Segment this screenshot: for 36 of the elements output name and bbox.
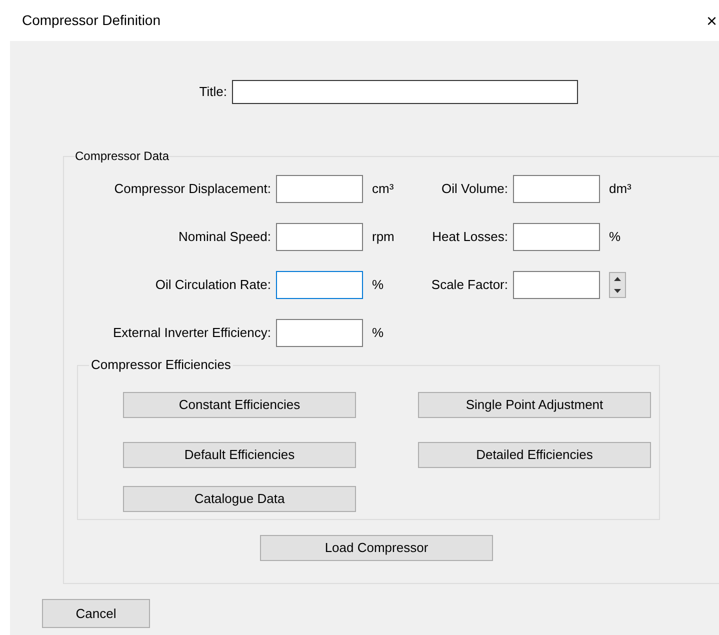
window-title: Compressor Definition <box>22 11 160 30</box>
spin-button[interactable] <box>609 272 626 298</box>
input-field[interactable] <box>513 271 600 299</box>
down-arrow-icon <box>614 289 621 293</box>
close-button[interactable]: × <box>706 12 717 30</box>
unit-label: dm³ <box>609 180 632 198</box>
efficiency-button[interactable]: Single Point Adjustment <box>418 392 651 418</box>
field-label: Heat Losses: <box>431 228 509 246</box>
input-field[interactable] <box>276 319 363 347</box>
efficiency-button[interactable]: Constant Efficiencies <box>123 392 356 418</box>
input-field[interactable] <box>276 175 363 203</box>
efficiency-button[interactable]: Catalogue Data <box>123 486 356 512</box>
input-field[interactable] <box>276 223 363 251</box>
group-title: Compressor Data <box>75 149 170 163</box>
field-label: Oil Circulation Rate: <box>154 276 272 294</box>
field-label: Compressor Displacement: <box>113 180 272 198</box>
unit-label: % <box>372 276 384 294</box>
field-label: Nominal Speed: <box>178 228 272 246</box>
load-compressor-button[interactable]: Load Compressor <box>260 535 493 561</box>
up-arrow-icon <box>614 277 621 281</box>
efficiency-button[interactable]: Default Efficiencies <box>123 442 356 468</box>
unit-label: cm³ <box>372 180 394 198</box>
title-label: Title: <box>198 83 228 102</box>
input-field[interactable] <box>276 271 363 299</box>
title-input[interactable] <box>232 80 578 104</box>
group-title: Compressor Efficiencies <box>89 357 233 373</box>
field-label: Oil Volume: <box>440 180 509 198</box>
unit-label: rpm <box>372 228 394 246</box>
input-field[interactable] <box>513 175 600 203</box>
field-label: Scale Factor: <box>430 276 509 294</box>
unit-label: % <box>372 324 384 342</box>
cancel-button[interactable]: Cancel <box>42 599 150 628</box>
field-label: External Inverter Efficiency: <box>112 324 272 342</box>
input-field[interactable] <box>513 223 600 251</box>
efficiency-button[interactable]: Detailed Efficiencies <box>418 442 651 468</box>
unit-label: % <box>609 228 621 246</box>
